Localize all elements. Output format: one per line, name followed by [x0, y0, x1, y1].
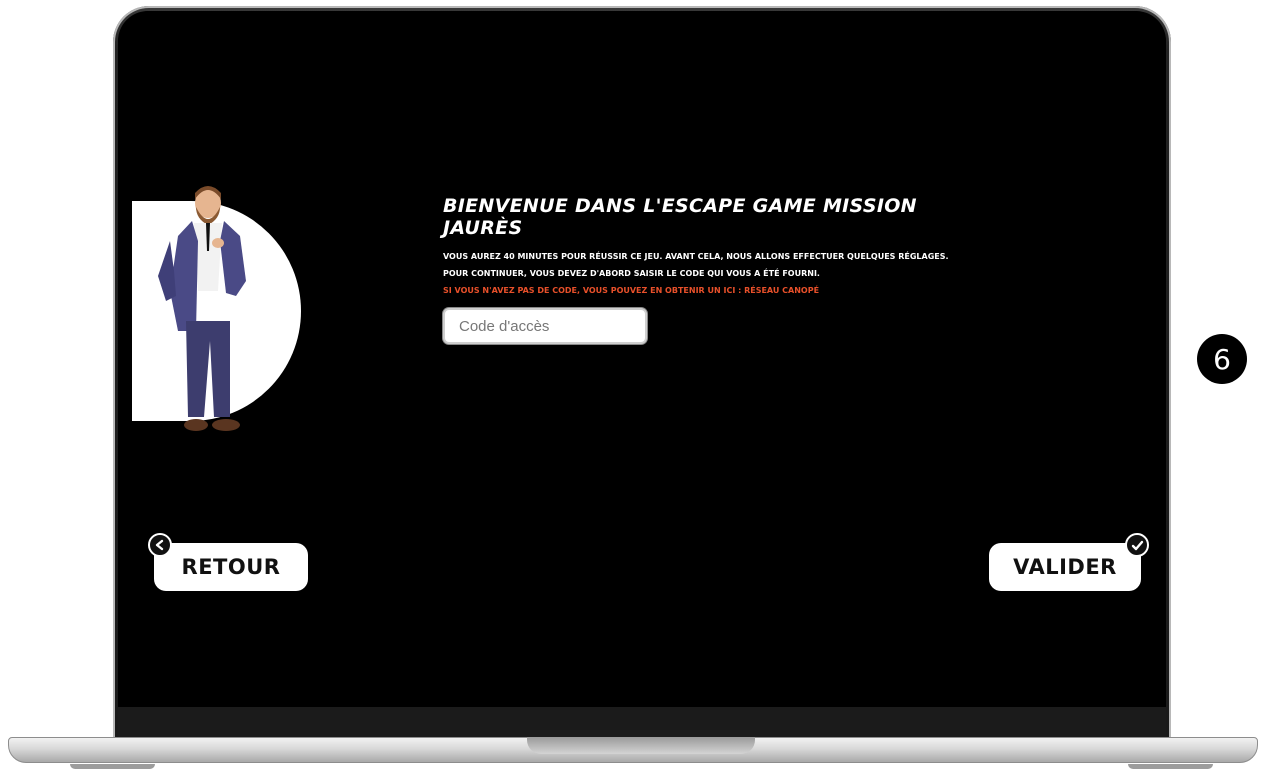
step-number-badge: 6: [1197, 334, 1247, 384]
laptop-foot-left: [70, 764, 155, 769]
check-icon: [1125, 533, 1149, 557]
laptop-notch: [527, 737, 755, 754]
character-illustration: [158, 186, 246, 431]
instruction-text: POUR CONTINUER, VOUS DEVEZ D'ABORD SAISI…: [443, 269, 820, 278]
access-code-input[interactable]: [443, 308, 647, 344]
laptop-foot-right: [1128, 764, 1213, 769]
chevron-left-icon: [148, 533, 172, 557]
game-screen: BIENVENUE DANS L'ESCAPE GAME MISSION JAU…: [118, 11, 1166, 707]
back-button[interactable]: RETOUR: [148, 533, 308, 591]
intro-text: VOUS AUREZ 40 MINUTES POUR RÉUSSIR CE JE…: [443, 252, 949, 261]
back-button-label: RETOUR: [181, 555, 281, 579]
get-code-link[interactable]: SI VOUS N'AVEZ PAS DE CODE, VOUS POUVEZ …: [443, 286, 1003, 296]
validate-button[interactable]: VALIDER: [989, 533, 1149, 591]
welcome-panel: BIENVENUE DANS L'ESCAPE GAME MISSION JAU…: [443, 195, 1003, 344]
validate-button-label: VALIDER: [1013, 555, 1117, 579]
page-title: BIENVENUE DANS L'ESCAPE GAME MISSION JAU…: [443, 195, 917, 239]
screen-bottom-bar: [118, 707, 1166, 737]
